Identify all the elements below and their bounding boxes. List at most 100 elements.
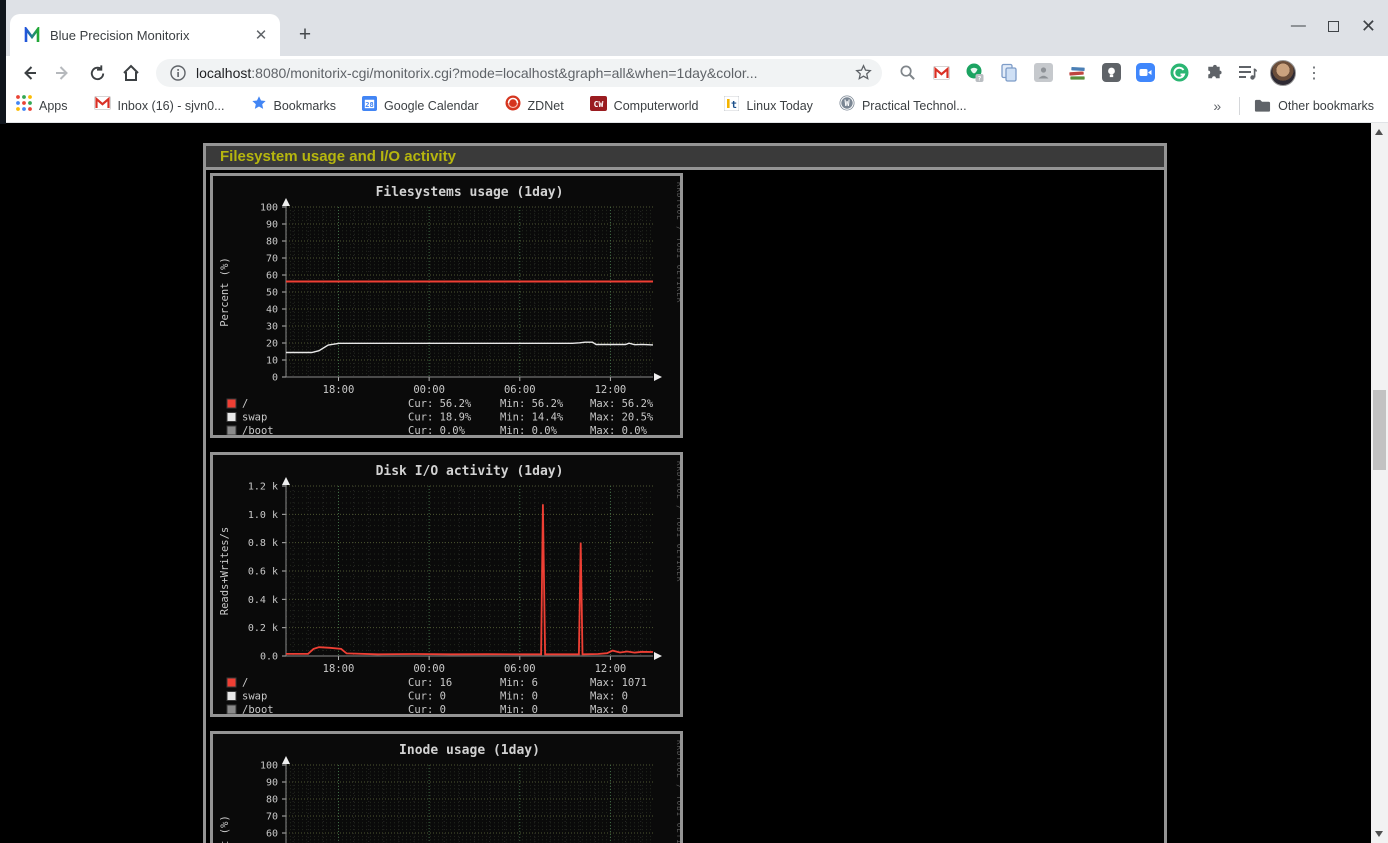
svg-text:1.0 k: 1.0 k bbox=[248, 510, 278, 521]
maximize-button[interactable] bbox=[1328, 21, 1339, 32]
chart-panel-2[interactable]: 100908070605040302010018:0000:0006:0012:… bbox=[210, 731, 683, 843]
svg-text:Max: 0: Max: 0 bbox=[590, 691, 628, 703]
browser-menu-icon[interactable]: ⋮ bbox=[1296, 63, 1332, 83]
bookmark-label: Computerworld bbox=[614, 99, 699, 113]
gmail-extension-icon[interactable] bbox=[930, 62, 952, 84]
svg-text:t: t bbox=[731, 100, 737, 111]
vertical-scrollbar[interactable] bbox=[1371, 123, 1388, 843]
svg-text:Cur: 16: Cur: 16 bbox=[408, 677, 452, 689]
new-tab-button[interactable]: + bbox=[292, 22, 318, 48]
folder-icon bbox=[1254, 98, 1271, 113]
bookmarks-bar: Apps Inbox (16) - sjvn0... Bookmarks 28Goog… bbox=[0, 89, 1388, 123]
bookmark-label: Apps bbox=[39, 99, 68, 113]
chart-panel-0[interactable]: 100908070605040302010018:0000:0006:0012:… bbox=[210, 173, 683, 438]
url-text[interactable]: localhost:8080/monitorix-cgi/monitorix.c… bbox=[196, 65, 855, 81]
svg-text:10: 10 bbox=[266, 356, 278, 367]
svg-text:Disk I/O activity (1day): Disk I/O activity (1day) bbox=[376, 464, 564, 479]
chart-svg-2[interactable]: 100908070605040302010018:0000:0006:0012:… bbox=[213, 734, 680, 843]
bookmark-item-cw[interactable]: CW Computerworld bbox=[590, 96, 699, 116]
forward-button[interactable] bbox=[46, 62, 80, 83]
svg-text:/boot: /boot bbox=[242, 425, 274, 435]
svg-text:12:00: 12:00 bbox=[595, 384, 627, 396]
svg-text:CW: CW bbox=[593, 100, 603, 109]
voice-extension-icon[interactable]: ? bbox=[964, 62, 986, 84]
bookmark-label: Linux Today bbox=[746, 99, 813, 113]
svg-text:1.2 k: 1.2 k bbox=[248, 482, 278, 493]
grammarly-extension-icon[interactable] bbox=[1168, 62, 1190, 84]
minimize-button[interactable]: — bbox=[1291, 18, 1306, 34]
svg-text:0.0: 0.0 bbox=[260, 652, 278, 663]
chart-panel-1[interactable]: 1.2 k1.0 k0.8 k0.6 k0.4 k0.2 k0.018:0000… bbox=[210, 452, 683, 717]
bookmark-item-apps[interactable]: Apps bbox=[16, 95, 68, 116]
close-button[interactable]: ✕ bbox=[1361, 18, 1376, 34]
books-extension-icon[interactable] bbox=[1066, 62, 1088, 84]
svg-text:60: 60 bbox=[266, 271, 278, 282]
bookmark-label: Bookmarks bbox=[274, 99, 337, 113]
bookmark-star-icon[interactable] bbox=[855, 64, 872, 81]
svg-text:06:00: 06:00 bbox=[504, 663, 536, 675]
profile-box-extension-icon[interactable] bbox=[1032, 62, 1054, 84]
keep-extension-icon[interactable] bbox=[1100, 62, 1122, 84]
bookmark-item-linuxtoday[interactable]: t Linux Today bbox=[724, 96, 813, 116]
svg-text:0.8 k: 0.8 k bbox=[248, 538, 278, 549]
svg-text:18:00: 18:00 bbox=[323, 384, 355, 396]
svg-text:/: / bbox=[242, 398, 248, 410]
svg-text:70: 70 bbox=[266, 254, 278, 265]
playlist-extension-icon[interactable] bbox=[1236, 62, 1258, 84]
bookmark-item-gmail[interactable]: Inbox (16) - sjvn0... bbox=[94, 96, 225, 115]
bookmark-item-zdnet[interactable]: ZDNet bbox=[505, 95, 564, 116]
bookmark-item-wordpress[interactable]: W Practical Technol... bbox=[839, 95, 967, 116]
svg-text:06:00: 06:00 bbox=[504, 384, 536, 396]
chart-svg-0[interactable]: 100908070605040302010018:0000:0006:0012:… bbox=[213, 176, 680, 435]
svg-text:Percent (%): Percent (%) bbox=[219, 815, 231, 843]
svg-text:RRDTOOL / TOBI OETIKER: RRDTOOL / TOBI OETIKER bbox=[675, 740, 680, 843]
svg-text:80: 80 bbox=[266, 795, 278, 806]
url-path: :8080/monitorix-cgi/monitorix.cgi?mode=l… bbox=[251, 65, 757, 81]
tab-close-icon[interactable]: ✕ bbox=[252, 26, 270, 44]
scrollbar-up-arrow[interactable] bbox=[1375, 129, 1383, 135]
other-bookmarks-button[interactable]: Other bookmarks bbox=[1254, 98, 1374, 113]
browser-toolbar: localhost:8080/monitorix-cgi/monitorix.c… bbox=[0, 56, 1388, 89]
copy-extension-icon[interactable] bbox=[998, 62, 1020, 84]
svg-text:0: 0 bbox=[272, 373, 278, 384]
calendar-icon: 28 bbox=[362, 96, 377, 116]
profile-avatar[interactable] bbox=[1270, 60, 1296, 86]
browser-window: Blue Precision Monitorix ✕ + — ✕ bbox=[0, 0, 1388, 843]
bookmark-item-calendar[interactable]: 28Google Calendar bbox=[362, 96, 479, 116]
scrollbar-thumb[interactable] bbox=[1373, 390, 1386, 470]
puzzle-extension-icon[interactable] bbox=[1202, 62, 1224, 84]
chart-svg-1[interactable]: 1.2 k1.0 k0.8 k0.6 k0.4 k0.2 k0.018:0000… bbox=[213, 455, 680, 714]
address-bar[interactable]: localhost:8080/monitorix-cgi/monitorix.c… bbox=[156, 59, 882, 87]
bookmarks-overflow-icon[interactable]: » bbox=[1213, 98, 1221, 114]
svg-text:Max: 56.2%: Max: 56.2% bbox=[590, 398, 654, 410]
page-content: Filesystem usage and I/O activity1009080… bbox=[0, 123, 1388, 843]
apps-icon bbox=[16, 95, 32, 116]
svg-text:100: 100 bbox=[260, 203, 278, 214]
svg-text:Min: 0: Min: 0 bbox=[500, 704, 538, 714]
svg-text:0.2 k: 0.2 k bbox=[248, 623, 278, 634]
bookmark-label: ZDNet bbox=[528, 99, 564, 113]
svg-text:28: 28 bbox=[365, 99, 373, 108]
reload-button[interactable] bbox=[80, 62, 114, 83]
linuxtoday-icon: t bbox=[724, 96, 739, 116]
wordpress-icon: W bbox=[839, 95, 855, 116]
bookmark-label: Practical Technol... bbox=[862, 99, 967, 113]
scrollbar-down-arrow[interactable] bbox=[1375, 831, 1383, 837]
svg-text:/boot: /boot bbox=[242, 704, 274, 714]
zdnet-icon bbox=[505, 95, 521, 116]
svg-text:Max: 0.0%: Max: 0.0% bbox=[590, 425, 648, 435]
page-info-icon[interactable] bbox=[170, 65, 186, 81]
svg-text:swap: swap bbox=[242, 412, 267, 424]
cw-icon: CW bbox=[590, 96, 607, 116]
back-button[interactable] bbox=[12, 62, 46, 83]
svg-text:80: 80 bbox=[266, 237, 278, 248]
home-button[interactable] bbox=[114, 62, 148, 83]
bookmark-item-star[interactable]: Bookmarks bbox=[251, 95, 337, 116]
tab-strip: Blue Precision Monitorix ✕ + — ✕ bbox=[0, 0, 1388, 56]
svg-text:RRDTOOL / TOBI OETIKER: RRDTOOL / TOBI OETIKER bbox=[675, 182, 680, 303]
svg-text:Max: 20.5%: Max: 20.5% bbox=[590, 412, 654, 424]
browser-tab[interactable]: Blue Precision Monitorix ✕ bbox=[10, 14, 280, 56]
search-extension-icon[interactable] bbox=[896, 62, 918, 84]
monitorix-page: Filesystem usage and I/O activity1009080… bbox=[203, 143, 1167, 843]
camera-extension-icon[interactable] bbox=[1134, 62, 1156, 84]
